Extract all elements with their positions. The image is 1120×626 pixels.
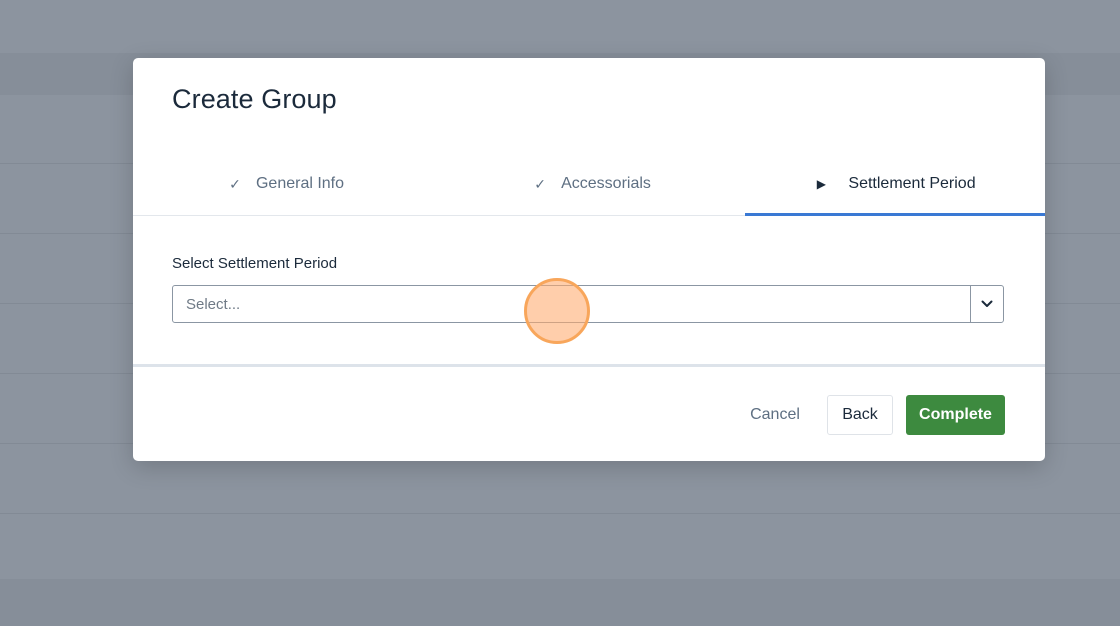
step-label: General Info xyxy=(255,175,345,192)
step-accessorials[interactable]: ✓ Accessorials xyxy=(439,153,745,215)
step-label: Accessorials xyxy=(561,175,651,192)
step-settlement-period[interactable]: ▶ Settlement Period xyxy=(745,153,1045,216)
complete-button[interactable]: Complete xyxy=(906,395,1005,435)
wizard-steps: ✓ General Info ✓ Accessorials ▶ Settleme… xyxy=(133,153,1045,216)
chevron-down-icon xyxy=(981,300,993,307)
back-button[interactable]: Back xyxy=(827,395,893,435)
check-icon: ✓ xyxy=(534,175,546,192)
step-general-info[interactable]: ✓ General Info xyxy=(133,153,439,215)
modal-footer: Cancel Back Complete xyxy=(133,364,1045,461)
step-label: Settlement Period xyxy=(848,175,976,192)
modal-title: Create Group xyxy=(172,84,337,114)
settlement-period-select[interactable]: Select... xyxy=(172,285,1004,323)
dropdown-toggle[interactable] xyxy=(970,286,1003,322)
cancel-button[interactable]: Cancel xyxy=(739,395,811,435)
select-placeholder: Select... xyxy=(186,296,241,313)
check-icon: ✓ xyxy=(229,175,241,192)
play-icon: ▶ xyxy=(816,177,827,191)
settlement-period-label: Select Settlement Period xyxy=(172,255,338,272)
create-group-modal: Create Group ✓ General Info ✓ Accessoria… xyxy=(133,58,1045,461)
